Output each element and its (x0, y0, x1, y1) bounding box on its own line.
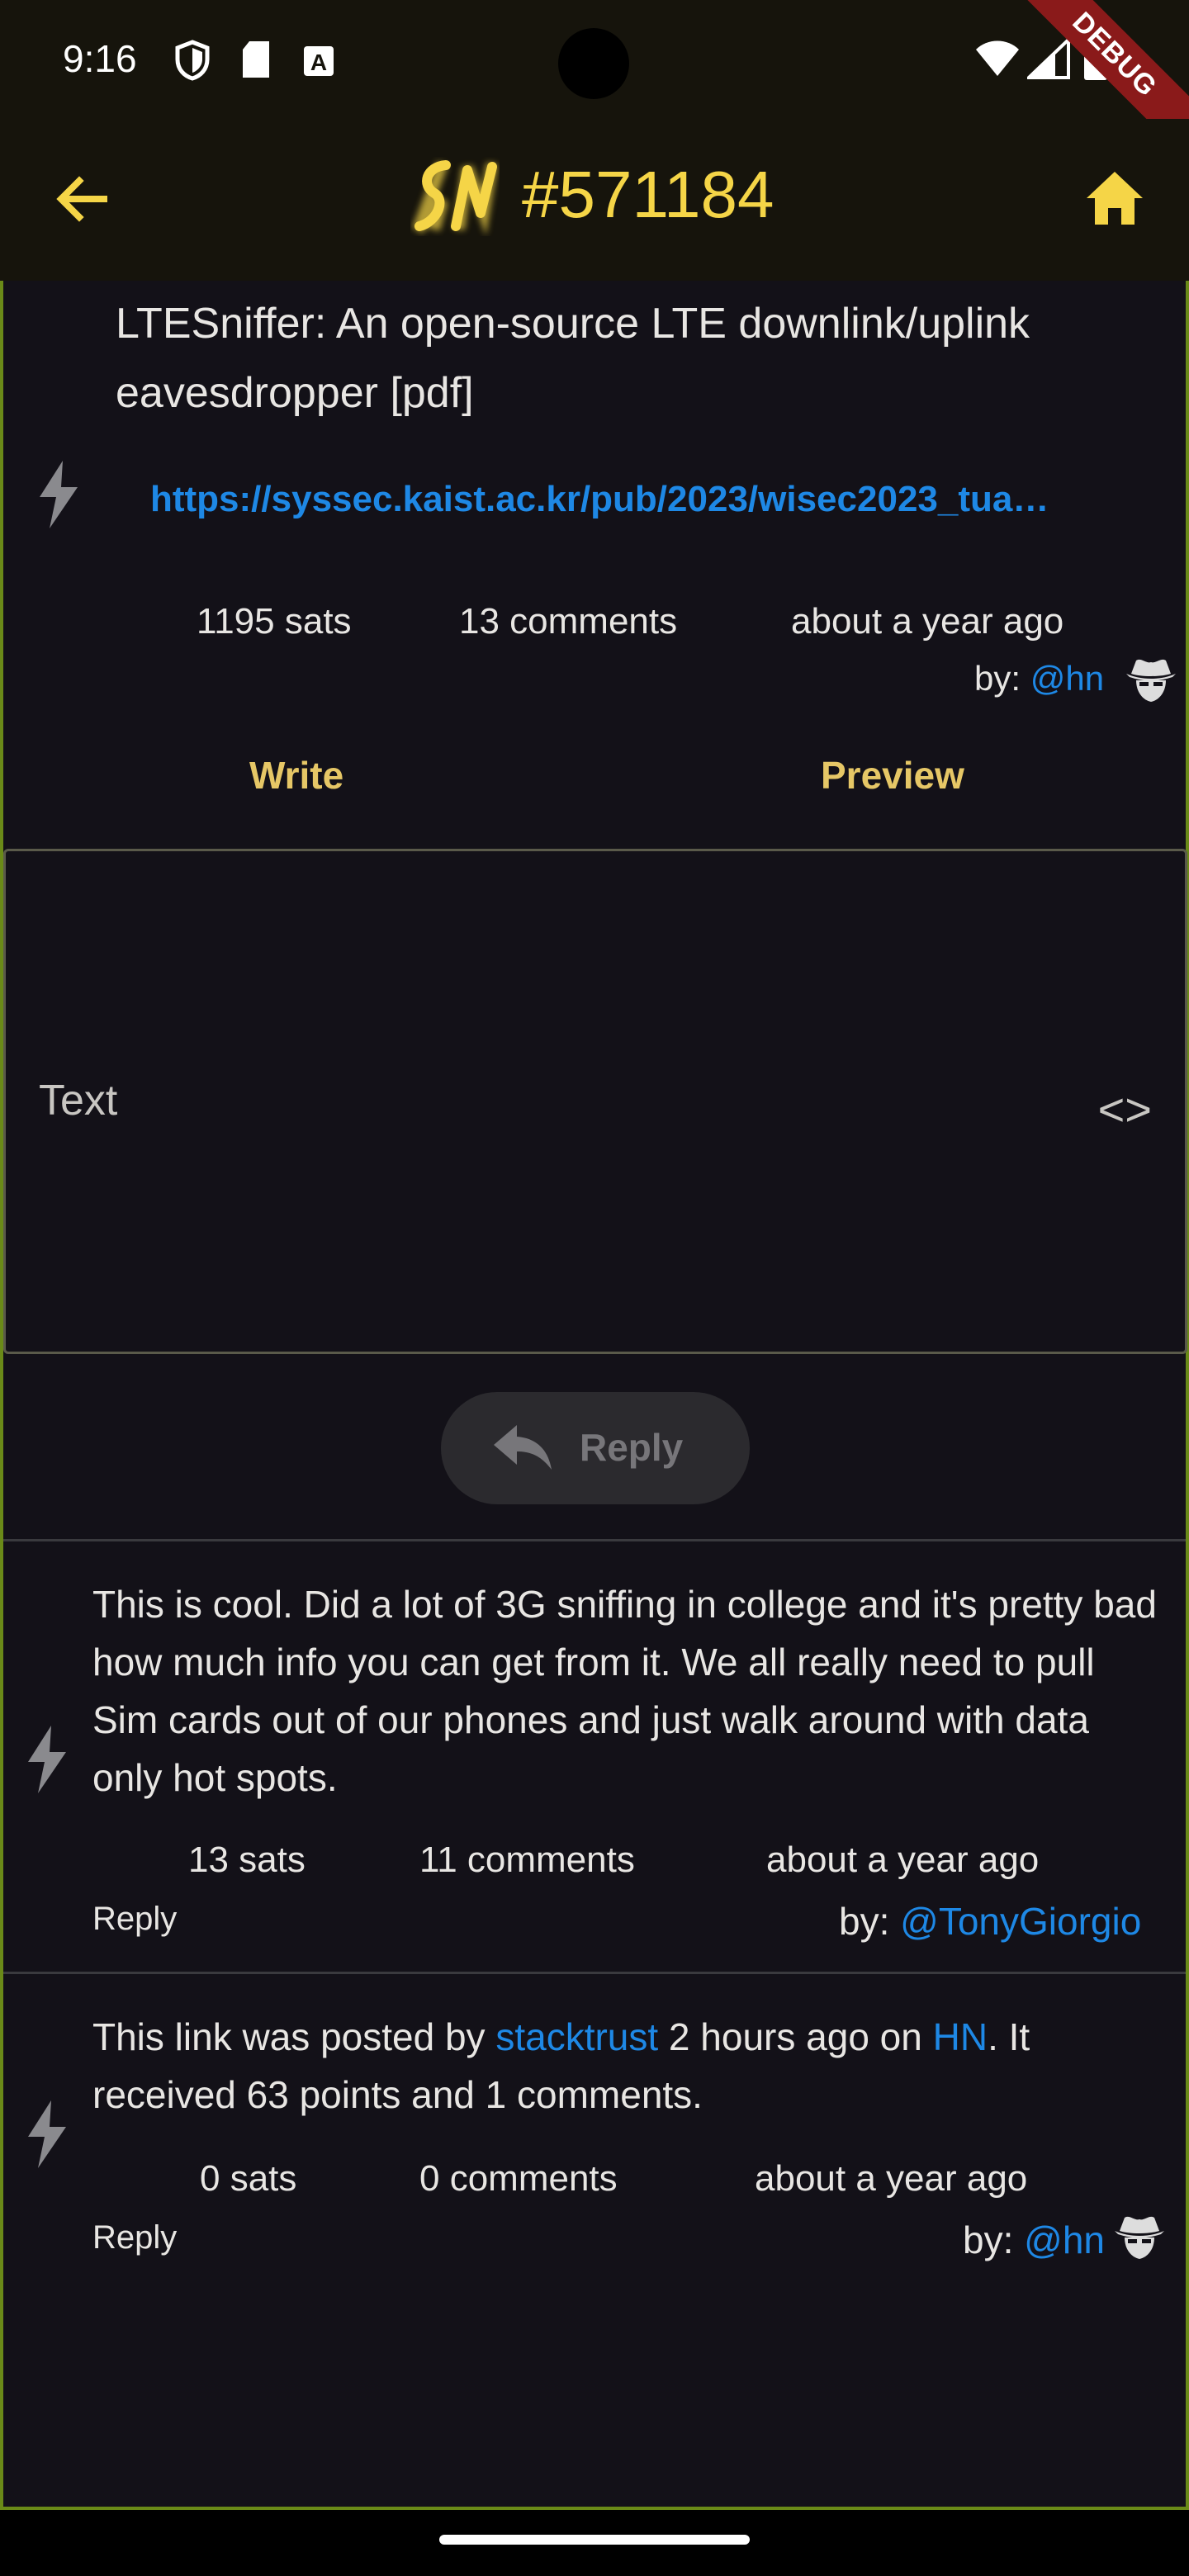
comment-author-link[interactable]: @hn (1024, 2218, 1105, 2261)
comment-replies-count[interactable]: 11 comments (419, 1840, 635, 1881)
comment-author-link[interactable]: @TonyGiorgio (900, 1900, 1141, 1943)
app-bar: #571184 (0, 119, 1189, 281)
tab-preview[interactable]: Preview (821, 753, 964, 798)
anon-avatar-icon (1115, 2216, 1164, 2259)
zap-icon[interactable] (23, 2099, 69, 2170)
status-bar: 9:16 A DEBUG (0, 0, 1189, 164)
shield-icon (175, 40, 210, 81)
status-time: 9:16 (63, 37, 137, 80)
stacktrust-link[interactable]: stacktrust (495, 2015, 658, 2058)
byline-prefix: by: (963, 2218, 1014, 2261)
zap-icon[interactable] (23, 1724, 69, 1795)
comment-text-middle: 2 hours ago on (658, 2015, 933, 2058)
home-icon[interactable] (1083, 167, 1146, 230)
divider (3, 1972, 1186, 1974)
camera-cutout (558, 28, 629, 99)
reply-button[interactable]: Reply (441, 1392, 750, 1504)
post-byline: by: @hn (974, 659, 1104, 698)
comment-text: This is cool. Did a lot of 3G sniffing i… (92, 1583, 1157, 1799)
post-time: about a year ago (791, 601, 1064, 642)
comment-reply-link[interactable]: Reply (92, 2219, 177, 2256)
comment-byline: by: @TonyGiorgio (839, 1899, 1141, 1944)
comment-text-before: This link was posted by (92, 2015, 496, 2058)
keyboard-a-icon: A (304, 46, 334, 76)
comment-sats: 13 sats (188, 1840, 306, 1880)
comment-text: This link was posted by stacktrust 2 hou… (92, 2008, 1166, 2124)
zap-icon[interactable] (35, 459, 81, 530)
post-url-link[interactable]: https://syssec.kaist.ac.kr/pub/2023/wise… (150, 479, 1049, 520)
post-sats: 1195 sats (197, 601, 352, 642)
reply-button-label: Reply (580, 1426, 684, 1469)
byline-prefix: by: (839, 1900, 890, 1943)
comment-time: about a year ago (755, 2158, 1028, 2199)
signal-icon (1027, 38, 1070, 79)
svg-text:A: A (310, 50, 327, 75)
anon-avatar-icon (1126, 659, 1176, 702)
sd-card-icon (243, 41, 269, 78)
post-author-link[interactable]: @hn (1030, 659, 1104, 698)
comment-sats: 0 sats (200, 2158, 297, 2199)
code-toggle-icon[interactable]: <> (1098, 1082, 1152, 1136)
comment-reply-link[interactable]: Reply (92, 1901, 177, 1938)
hn-link[interactable]: HN (933, 2015, 988, 2058)
post-title[interactable]: LTESniffer: An open-source LTE downlink/… (116, 289, 1156, 428)
post-comments-count[interactable]: 13 comments (459, 601, 677, 642)
wifi-icon (976, 40, 1019, 76)
reply-arrow-icon (494, 1425, 552, 1470)
comment-time: about a year ago (766, 1840, 1040, 1880)
byline-prefix: by: (974, 659, 1021, 698)
home-indicator[interactable] (439, 2535, 750, 2545)
page-title: #571184 (522, 158, 775, 231)
stacker-news-logo (412, 160, 498, 236)
back-arrow-icon[interactable] (53, 170, 111, 228)
comment-replies-count[interactable]: 0 comments (419, 2158, 618, 2200)
comment-byline: by: @hn (963, 2218, 1105, 2262)
divider (3, 1539, 1186, 1541)
tab-write[interactable]: Write (249, 753, 343, 798)
editor-placeholder: Text (39, 1077, 118, 1125)
comment-editor[interactable]: Text <> (3, 849, 1187, 1354)
